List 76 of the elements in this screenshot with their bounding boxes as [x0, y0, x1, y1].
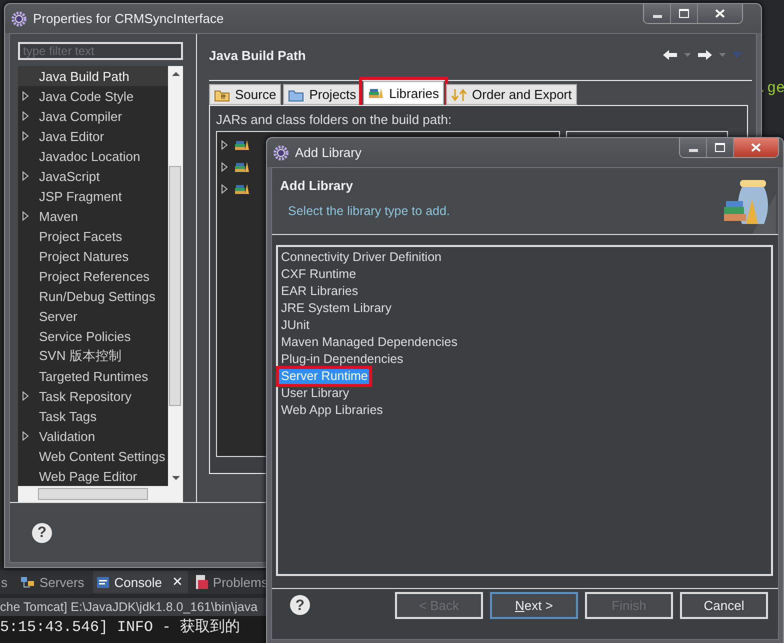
- help-button[interactable]: ?: [32, 522, 52, 542]
- tree-item[interactable]: Java Editor: [18, 126, 168, 146]
- dropdown-caret-icon: [684, 53, 691, 57]
- minimize-button[interactable]: [644, 4, 670, 23]
- tree-item[interactable]: Task Repository: [18, 386, 168, 406]
- close-icon: [715, 9, 725, 18]
- tree-item[interactable]: Validation: [18, 426, 168, 446]
- list-item[interactable]: Connectivity Driver Definition: [278, 249, 771, 266]
- horizontal-scrollbar[interactable]: [18, 486, 183, 502]
- close-button[interactable]: [733, 138, 778, 157]
- tree-item[interactable]: Javadoc Location: [18, 146, 168, 166]
- page-tab[interactable]: Order and Export: [446, 84, 577, 105]
- list-item[interactable]: User Library: [278, 385, 771, 402]
- view-tab[interactable]: Servers: [16, 571, 90, 593]
- section-label: JARs and class folders on the build path:: [216, 112, 453, 127]
- tree-item[interactable]: Web Page Editor: [18, 466, 168, 486]
- tree-item[interactable]: Web Content Settings: [18, 446, 168, 466]
- list-item[interactable]: Plug-in Dependencies: [278, 351, 771, 368]
- dropdown-caret-icon: [719, 53, 726, 57]
- list-item[interactable]: EAR Libraries: [278, 283, 771, 300]
- forward-arrow-icon: [697, 49, 713, 61]
- books-icon: [368, 86, 384, 100]
- page-title: Java Build Path: [209, 48, 307, 62]
- close-tab-button[interactable]: ✕: [172, 574, 183, 590]
- dialog-heading: Add Library: [280, 178, 354, 193]
- page-tab[interactable]: Projects: [283, 84, 362, 105]
- dialog-button[interactable]: Next >: [490, 592, 578, 618]
- list-item[interactable]: JRE System Library: [278, 300, 771, 317]
- server-icon: [20, 575, 36, 589]
- tree-item[interactable]: Targeted Runtimes: [18, 366, 168, 386]
- tree-item[interactable]: Java Compiler: [18, 106, 168, 126]
- tree-item[interactable]: Project References: [18, 266, 168, 286]
- dialog-title: Add Library: [295, 145, 362, 160]
- list-item[interactable]: Maven Managed Dependencies: [278, 334, 771, 351]
- books-icon: [234, 182, 250, 196]
- tree-item[interactable]: JavaScript: [18, 166, 168, 186]
- folder-icon: [288, 88, 304, 102]
- tree-item[interactable]: JSP Fragment: [18, 186, 168, 206]
- tree-item[interactable]: SVN 版本控制: [18, 346, 168, 366]
- tree-item[interactable]: Project Natures: [18, 246, 168, 266]
- list-item[interactable]: Web App Libraries: [278, 402, 771, 419]
- list-item[interactable]: JUnit: [278, 317, 771, 334]
- back-arrow-icon: [662, 49, 678, 61]
- up-down-arrows-icon: [451, 88, 468, 102]
- window-title: Properties for CRMSyncInterface: [33, 11, 225, 26]
- console-icon: [96, 576, 110, 588]
- minimize-button[interactable]: [680, 138, 706, 157]
- view-menu-icon: [732, 52, 742, 58]
- tree-item[interactable]: Project Facets: [18, 226, 168, 246]
- tree-item[interactable]: Java Build Path: [18, 66, 168, 86]
- view-tab[interactable]: Console ✕: [93, 571, 188, 593]
- folder-icon: [214, 88, 230, 102]
- books-icon: [234, 160, 250, 174]
- close-icon: [751, 143, 761, 152]
- dialog-subtitle: Select the library type to add.: [288, 204, 450, 218]
- help-button[interactable]: ?: [290, 595, 310, 615]
- tree-item[interactable]: Java Code Style: [18, 86, 168, 106]
- tree-item[interactable]: Maven: [18, 206, 168, 226]
- books-icon: [234, 138, 250, 152]
- tree-item[interactable]: Task Tags: [18, 406, 168, 426]
- dialog-button[interactable]: Cancel: [680, 592, 768, 618]
- maximize-button[interactable]: [670, 4, 697, 23]
- view-tab[interactable]: s: [0, 571, 12, 593]
- tree-item[interactable]: Run/Debug Settings: [18, 286, 168, 306]
- view-tab[interactable]: Problems: [192, 571, 273, 593]
- maximize-button[interactable]: [706, 138, 733, 157]
- vertical-scrollbar[interactable]: [168, 66, 183, 486]
- gear-icon: [11, 10, 27, 26]
- tree-item[interactable]: Server: [18, 306, 168, 326]
- gear-icon: [273, 144, 289, 160]
- tree-item[interactable]: Service Policies: [18, 326, 168, 346]
- problems-icon: [194, 574, 209, 590]
- code-text: .ge: [758, 80, 784, 97]
- close-button[interactable]: [697, 4, 742, 23]
- list-item[interactable]: CXF Runtime: [278, 266, 771, 283]
- page-tab[interactable]: Source: [209, 84, 282, 105]
